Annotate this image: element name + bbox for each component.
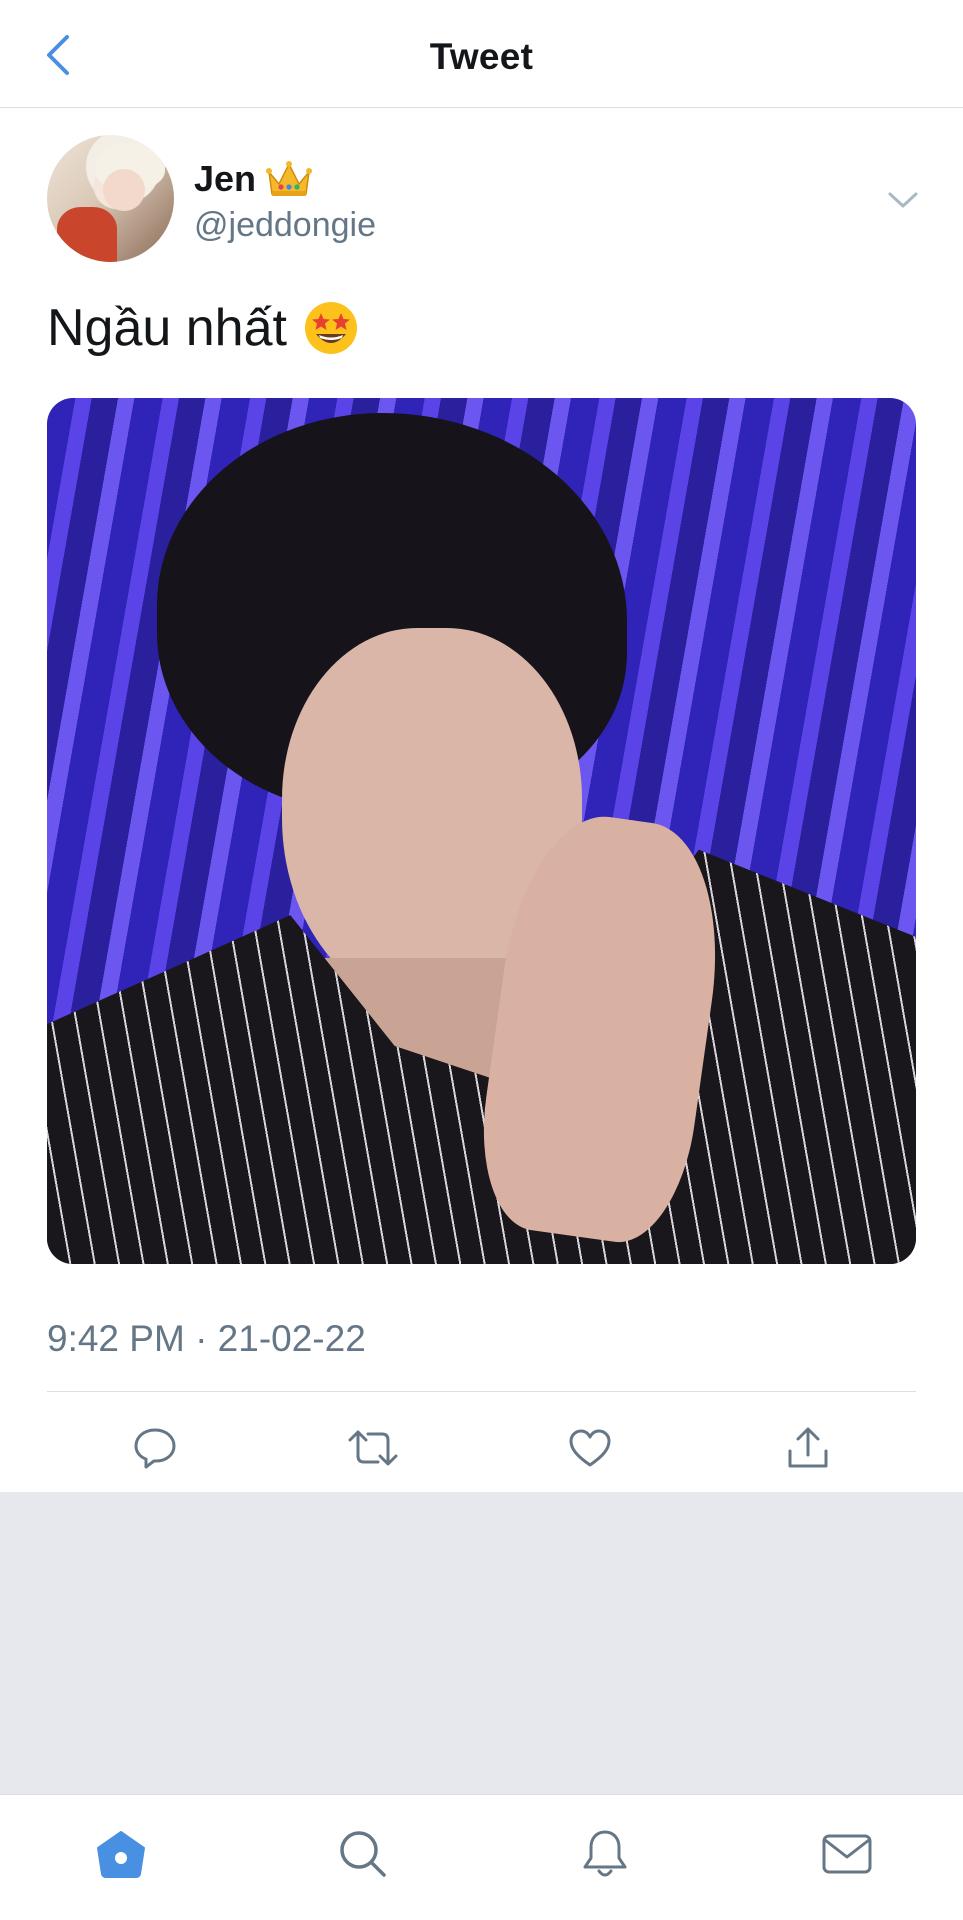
bottom-tab-bar (0, 1794, 963, 1920)
tab-messages[interactable] (814, 1823, 880, 1885)
retweet-button[interactable] (343, 1420, 403, 1476)
tweet-detail: Jen @jeddongie Ngầu nhất 9:42 PM · 21-02… (0, 108, 963, 1492)
empty-replies-area (0, 1492, 963, 1794)
reply-button[interactable] (125, 1420, 185, 1476)
tweet-text: Ngầu nhất (47, 299, 287, 357)
user-handle: @jeddongie (194, 206, 376, 244)
tweet-photo[interactable] (47, 398, 916, 1264)
nav-header: Tweet (0, 0, 963, 108)
tweet-body: Ngầu nhất (47, 298, 359, 358)
search-icon (340, 1831, 386, 1877)
speech-bubble-icon (134, 1428, 176, 1469)
crown-emoji-icon (266, 160, 313, 198)
tweet-timestamp: 9:42 PM · 21-02-22 (47, 1318, 366, 1359)
tab-home[interactable] (88, 1823, 154, 1885)
heart-icon (569, 1429, 611, 1467)
like-button[interactable] (560, 1420, 620, 1476)
chevron-down-icon (888, 192, 918, 208)
avatar[interactable] (47, 135, 174, 262)
page-title: Tweet (429, 36, 534, 77)
mail-icon (822, 1834, 872, 1874)
author-info[interactable]: Jen @jeddongie (194, 158, 376, 245)
more-options-button[interactable] (884, 186, 922, 214)
display-name: Jen (194, 158, 376, 200)
share-icon (788, 1427, 828, 1468)
share-button[interactable] (778, 1420, 838, 1476)
tweet-actions (0, 1392, 963, 1492)
tab-search[interactable] (330, 1823, 396, 1885)
retweet-icon (348, 1430, 398, 1466)
display-name-text: Jen (194, 158, 257, 199)
bell-icon (583, 1830, 627, 1877)
tab-notifications[interactable] (572, 1823, 638, 1885)
star-struck-emoji-icon (304, 302, 357, 354)
home-icon (97, 1831, 145, 1878)
